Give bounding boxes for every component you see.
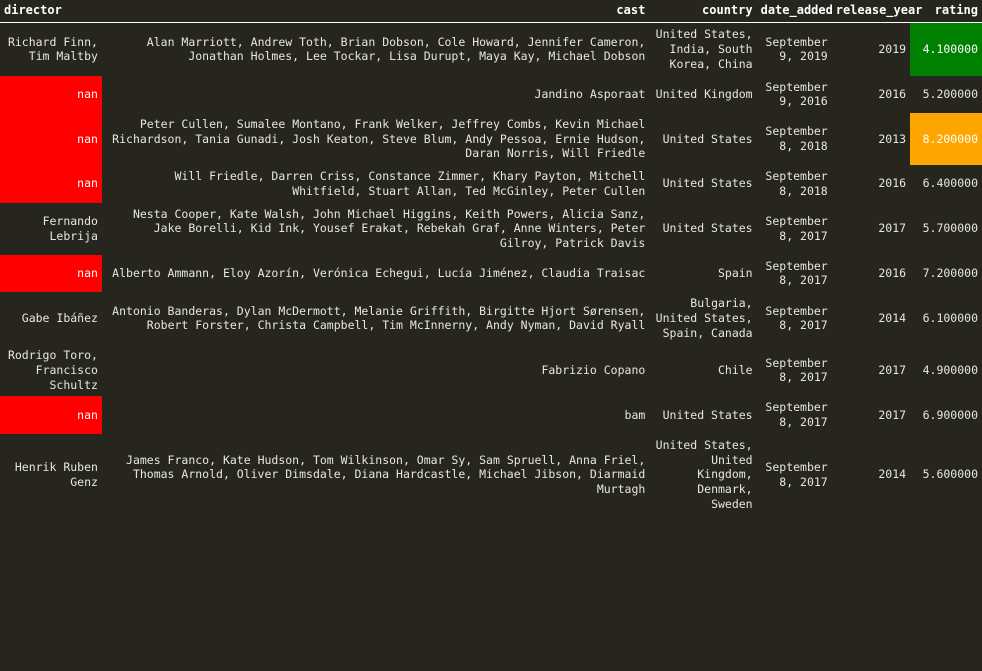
- cell-rating: 4.900000: [910, 344, 982, 397]
- cell-release_year: 2016: [831, 75, 911, 113]
- cell-date_added: September 8, 2017: [756, 396, 832, 434]
- header-row: director cast country date_added release_yea…: [0, 0, 982, 24]
- cell-director: Henrik Ruben Genz: [0, 433, 102, 516]
- table-row: nan Jandino Asporaat United Kingdom Septemb…: [0, 75, 982, 113]
- cell-date_added: September 8, 2017: [756, 254, 832, 293]
- cell-rating: 5.600000: [910, 433, 982, 516]
- cell-cast: Alberto Ammann, Eloy Azorín, Verónica Ec…: [101, 254, 650, 293]
- cell-director-missing: nan: [0, 396, 102, 434]
- cell-country: United States: [649, 112, 757, 166]
- table-header: director cast country date_added release_yea…: [0, 0, 982, 24]
- cell-release_year: 2014: [831, 292, 911, 345]
- cell-cast: Will Friedle, Darren Criss, Constance Zi…: [101, 165, 650, 203]
- cell-date_added: September 8, 2017: [756, 344, 832, 397]
- cell-release_year: 2017: [831, 344, 911, 397]
- cell-director-missing: nan: [0, 75, 102, 113]
- cell-cast: Nesta Cooper, Kate Walsh, John Michael H…: [101, 202, 650, 255]
- cell-country: United States, India, South Korea, China: [649, 22, 757, 76]
- cell-director-missing: nan: [0, 165, 102, 203]
- cell-country: Spain: [649, 254, 757, 293]
- cell-cast: Antonio Banderas, Dylan McDermott, Melan…: [101, 292, 650, 345]
- table-row: nan Peter Cullen, Sumalee Montano, Frank …: [0, 112, 982, 166]
- cell-director: Rodrigo Toro, Francisco Schultz: [0, 344, 102, 397]
- dataframe-viewport[interactable]: director cast country date_added release_yea…: [0, 0, 982, 671]
- cell-release_year: 2014: [831, 433, 911, 516]
- cell-cast: Fabrizio Copano: [101, 344, 650, 397]
- cell-director: Fernando Lebrija: [0, 202, 102, 255]
- cell-country: Chile: [649, 344, 757, 397]
- cell-rating: 6.900000: [910, 396, 982, 434]
- cell-rating-max: 8.200000: [910, 112, 982, 166]
- cell-rating: 6.100000: [910, 292, 982, 345]
- cell-date_added: September 8, 2017: [756, 292, 832, 345]
- cell-director-missing: nan: [0, 112, 102, 166]
- cell-release_year: 2017: [831, 202, 911, 255]
- cell-date_added: September 9, 2016: [756, 75, 832, 113]
- cell-release_year: 2017: [831, 396, 911, 434]
- cell-country: United States: [649, 202, 757, 255]
- cell-release_year: 2013: [831, 112, 911, 166]
- cell-director: Gabe Ibáñez: [0, 292, 102, 345]
- column-header-cast[interactable]: cast: [101, 0, 650, 24]
- cell-country: United States, United Kingdom, Denmark, …: [649, 433, 757, 516]
- cell-country: United Kingdom: [649, 75, 757, 113]
- cell-country: Bulgaria, United States, Spain, Canada: [649, 292, 757, 345]
- cell-rating: 6.400000: [910, 165, 982, 203]
- styled-dataframe-table: director cast country date_added release_yea…: [0, 0, 982, 516]
- cell-rating: 5.200000: [910, 75, 982, 113]
- cell-date_added: September 9, 2019: [756, 22, 832, 76]
- cell-cast: Alan Marriott, Andrew Toth, Brian Dobson…: [101, 22, 650, 76]
- table-row: Fernando Lebrija Nesta Cooper, Kate Walsh…: [0, 202, 982, 255]
- cell-release_year: 2016: [831, 254, 911, 293]
- table-row: nan Will Friedle, Darren Criss, Constance…: [0, 165, 982, 203]
- cell-release_year: 2016: [831, 165, 911, 203]
- table-row: Gabe Ibáñez Antonio Banderas, Dylan McDer…: [0, 292, 982, 345]
- cell-date_added: September 8, 2018: [756, 112, 832, 166]
- cell-cast: bam: [101, 396, 650, 434]
- cell-country: United States: [649, 396, 757, 434]
- cell-rating-min: 4.100000: [910, 22, 982, 76]
- cell-date_added: September 8, 2017: [756, 433, 832, 516]
- table-body: Richard Finn, Tim Maltby Alan Marriott, A…: [0, 22, 982, 516]
- column-header-director[interactable]: director: [0, 0, 102, 24]
- cell-rating: 5.700000: [910, 202, 982, 255]
- cell-country: United States: [649, 165, 757, 203]
- column-header-release_year[interactable]: release_year: [831, 0, 922, 24]
- column-header-country[interactable]: country: [649, 0, 757, 24]
- table-row: nan Alberto Ammann, Eloy Azorín, Verónica…: [0, 254, 982, 293]
- cell-cast: Jandino Asporaat: [101, 75, 650, 113]
- column-header-date_added[interactable]: date_added: [756, 0, 833, 24]
- table-row: Henrik Ruben Genz James Franco, Kate Huds…: [0, 433, 982, 516]
- table-row: Rodrigo Toro, Francisco Schultz Fabrizio …: [0, 344, 982, 397]
- table-row: Richard Finn, Tim Maltby Alan Marriott, A…: [0, 22, 982, 76]
- cell-rating: 7.200000: [910, 254, 982, 293]
- table-row: nan bam United States September 8, 2017 2017…: [0, 396, 982, 434]
- cell-director-missing: nan: [0, 254, 102, 293]
- cell-date_added: September 8, 2018: [756, 165, 832, 203]
- cell-director: Richard Finn, Tim Maltby: [0, 22, 102, 76]
- cell-date_added: September 8, 2017: [756, 202, 832, 255]
- cell-cast: James Franco, Kate Hudson, Tom Wilkinson…: [101, 433, 650, 516]
- cell-cast: Peter Cullen, Sumalee Montano, Frank Wel…: [101, 112, 650, 166]
- cell-release_year: 2019: [831, 22, 911, 76]
